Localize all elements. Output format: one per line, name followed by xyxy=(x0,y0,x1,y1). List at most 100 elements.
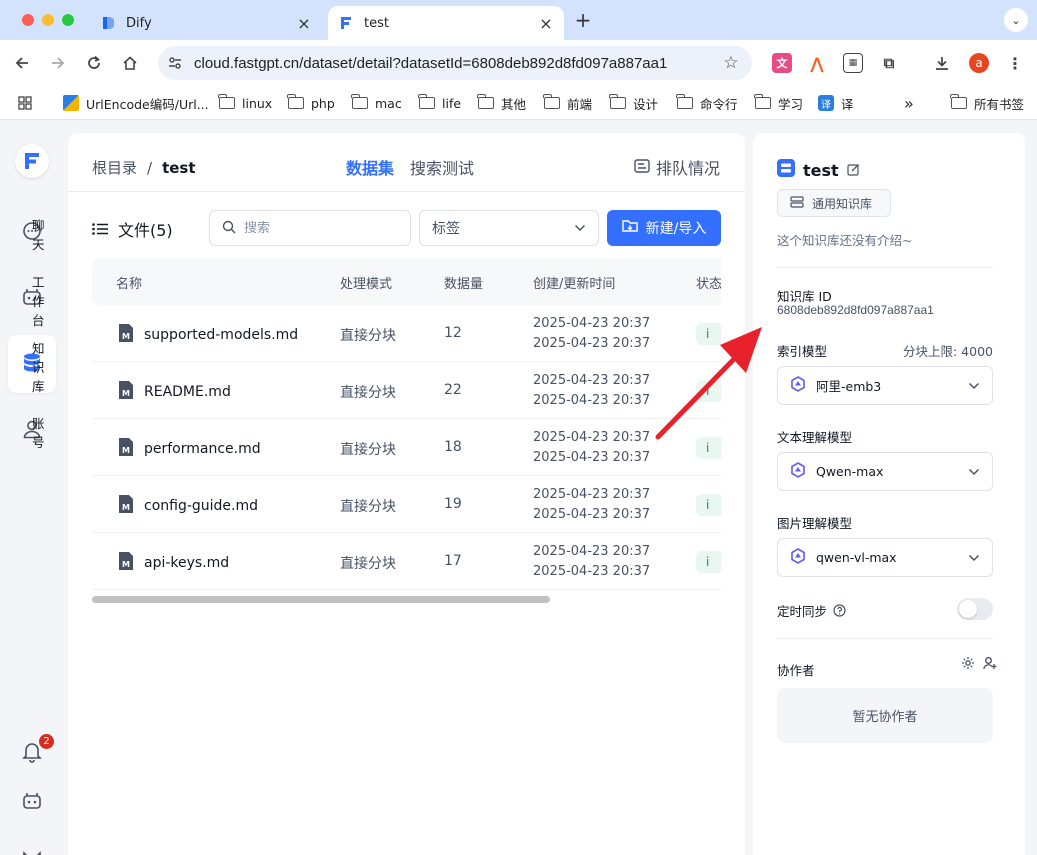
home-button[interactable] xyxy=(118,51,142,75)
back-button[interactable] xyxy=(10,51,34,75)
folder-icon xyxy=(950,94,967,109)
breadcrumb-root[interactable]: 根目录 xyxy=(92,157,137,178)
column-header-name: 名称 xyxy=(116,277,143,292)
section-divider xyxy=(777,267,993,268)
dataset-tabs: 数据集 搜索测试 xyxy=(346,155,490,179)
forward-button[interactable] xyxy=(46,51,70,75)
no-collaborators-placeholder: 暂无协作者 xyxy=(777,688,993,743)
data-count: 17 xyxy=(444,553,462,569)
download-icon[interactable] xyxy=(932,53,952,73)
edit-icon[interactable] xyxy=(847,161,860,180)
browser-toolbar: cloud.fastgpt.cn/dataset/detail?datasetI… xyxy=(0,40,1037,86)
section-divider xyxy=(777,638,993,639)
close-tab-icon[interactable]: × xyxy=(294,13,314,33)
close-tab-icon[interactable]: × xyxy=(536,13,556,33)
tab-title: test xyxy=(364,15,389,31)
search-icon xyxy=(222,219,236,238)
browser-menu-icon[interactable]: ⋮ xyxy=(1005,53,1025,73)
qwen-model-icon xyxy=(790,462,806,481)
file-search-box[interactable] xyxy=(209,210,411,246)
data-count: 12 xyxy=(444,325,462,341)
list-icon xyxy=(92,220,108,239)
extension-translate-icon[interactable]: 文 xyxy=(772,53,792,73)
gear-icon[interactable] xyxy=(961,656,975,670)
process-mode: 直接分块 xyxy=(340,442,396,458)
nav-item-knowledge-base[interactable]: 知识库 xyxy=(8,335,56,394)
bookmark-urlencode[interactable]: UrlEncode编码/Url... xyxy=(63,92,209,114)
folder-icon xyxy=(543,94,560,109)
file-name[interactable]: supported-models.md xyxy=(144,327,298,343)
help-circle-icon[interactable] xyxy=(833,604,846,617)
text-model-select[interactable]: Qwen-max xyxy=(777,452,993,491)
bookmark-folder-frontend[interactable]: 前端 xyxy=(543,92,592,114)
table-row[interactable]: M README.md 直接分块 22 2025-04-23 20:37 2025-… xyxy=(92,362,721,419)
table-row[interactable]: Mapi-keys.md 直接分块 17 2025-04-23 20:37 202… xyxy=(92,533,721,590)
github-icon[interactable] xyxy=(19,843,45,855)
bookmarks-overflow-button[interactable]: » xyxy=(904,92,914,114)
nav-item-chat[interactable]: 聊天 xyxy=(8,203,56,261)
tab-search-button[interactable]: ⌄ xyxy=(1004,8,1028,32)
tab-search-test[interactable]: 搜索测试 xyxy=(410,155,474,179)
file-name[interactable]: config-guide.md xyxy=(144,498,258,514)
bookmark-folder-cli[interactable]: 命令行 xyxy=(676,92,738,114)
add-user-icon[interactable] xyxy=(983,656,997,670)
bookmark-folder-php[interactable]: php xyxy=(287,92,335,114)
bookmark-translate[interactable]: 译 译 xyxy=(818,92,854,114)
index-model-select[interactable]: 阿里-emb3 xyxy=(777,366,993,405)
extensions-puzzle-icon[interactable]: ⧉ xyxy=(879,53,899,73)
markdown-file-icon: M xyxy=(118,323,134,347)
file-name[interactable]: api-keys.md xyxy=(144,555,229,571)
column-header-status: 状态 xyxy=(696,277,721,292)
tag-filter-select[interactable]: 标签 xyxy=(419,210,599,246)
minimize-window-button[interactable] xyxy=(42,14,54,26)
new-tab-button[interactable]: + xyxy=(572,8,594,32)
bookmark-folder-other[interactable]: 其他 xyxy=(477,92,526,114)
queue-icon xyxy=(634,158,650,177)
collaborator-actions xyxy=(953,656,997,670)
browser-tab-test[interactable]: test × xyxy=(328,6,564,40)
robot-help-icon[interactable] xyxy=(19,788,45,814)
file-name[interactable]: performance.md xyxy=(144,441,261,457)
scheduled-sync-toggle[interactable] xyxy=(957,598,993,620)
folder-icon xyxy=(754,94,771,109)
table-row[interactable]: Mperformance.md 直接分块 18 2025-04-23 20:37… xyxy=(92,419,721,476)
bookmark-folder-life[interactable]: life xyxy=(418,92,461,114)
bookmark-star-icon[interactable]: ☆ xyxy=(718,53,744,73)
nav-item-account[interactable]: 账号 xyxy=(8,401,56,459)
horizontal-scrollbar[interactable] xyxy=(92,596,550,603)
queue-status-button[interactable]: 排队情况 xyxy=(634,155,720,179)
svg-text:M: M xyxy=(122,446,130,455)
bookmark-folder-design[interactable]: 设计 xyxy=(609,92,658,114)
close-window-button[interactable] xyxy=(22,14,34,26)
nav-item-workbench[interactable]: 工作台 xyxy=(8,269,56,328)
tab-dataset[interactable]: 数据集 xyxy=(346,155,394,179)
status-badge: i xyxy=(696,494,721,516)
maximize-window-button[interactable] xyxy=(62,14,74,26)
folder-icon xyxy=(418,94,435,109)
scheduled-sync-label: 定时同步 xyxy=(777,601,846,620)
image-model-select[interactable]: qwen-vl-max xyxy=(777,538,993,577)
reload-button[interactable] xyxy=(82,51,106,75)
bookmark-folder-mac[interactable]: mac xyxy=(351,92,402,114)
browser-tab-dify[interactable]: Dify × xyxy=(90,6,322,40)
site-settings-icon[interactable] xyxy=(164,52,186,74)
table-row[interactable]: Msupported-models.md 直接分块 12 2025-04-23 … xyxy=(92,305,721,362)
address-bar[interactable]: cloud.fastgpt.cn/dataset/detail?datasetI… xyxy=(158,46,752,80)
apps-grid-icon[interactable] xyxy=(18,92,32,114)
all-bookmarks-folder[interactable]: 所有书签 xyxy=(950,92,1024,114)
profile-avatar[interactable]: a xyxy=(969,53,989,73)
file-table: 名称 处理模式 数据量 创建/更新时间 状态 Msupported-models… xyxy=(92,258,721,598)
search-input[interactable] xyxy=(244,220,394,236)
file-name[interactable]: README.md xyxy=(144,384,231,400)
extension-qr-icon[interactable]: ▦ xyxy=(843,53,863,73)
data-count: 22 xyxy=(444,382,462,398)
fastgpt-logo-icon[interactable] xyxy=(15,144,49,178)
extension-a-icon[interactable]: ⋀ xyxy=(807,53,827,73)
bookmark-folder-linux[interactable]: linux xyxy=(218,92,272,114)
folder-icon xyxy=(218,94,235,109)
table-row[interactable]: Mconfig-guide.md 直接分块 19 2025-04-23 20:3… xyxy=(92,476,721,533)
new-import-button[interactable]: 新建/导入 xyxy=(607,210,721,246)
bookmarks-bar: UrlEncode编码/Url... linux php mac life 其他… xyxy=(0,86,1037,120)
process-mode: 直接分块 xyxy=(340,499,396,515)
bookmark-folder-study[interactable]: 学习 xyxy=(754,92,803,114)
